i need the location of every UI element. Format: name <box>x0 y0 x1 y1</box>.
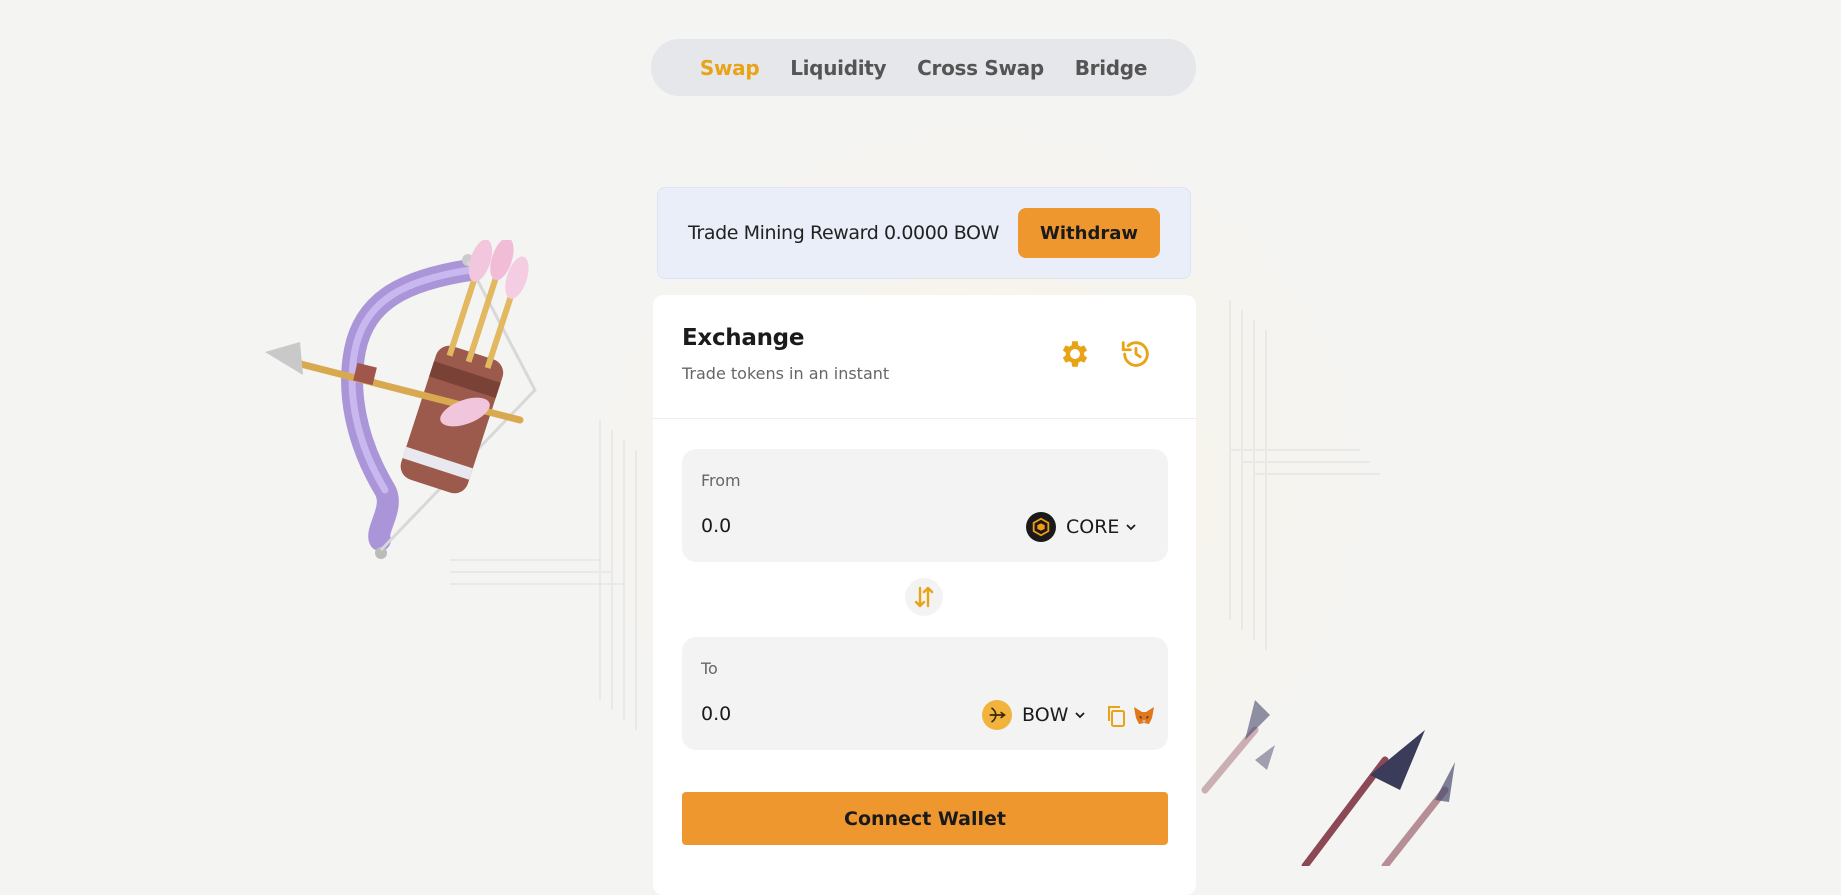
to-label: To <box>701 659 718 678</box>
from-amount-input[interactable] <box>701 511 921 541</box>
from-token-name: CORE <box>1066 516 1120 538</box>
card-divider <box>653 418 1196 419</box>
to-token-box: To BOW <box>682 637 1168 750</box>
chevron-down-icon <box>1126 524 1137 531</box>
arrows-illustration <box>1201 700 1455 866</box>
tab-cross-swap[interactable]: Cross Swap <box>917 56 1044 80</box>
connect-wallet-button[interactable]: Connect Wallet <box>682 792 1168 845</box>
bow-quiver-illustration <box>265 240 537 559</box>
exchange-card: Exchange Trade tokens in an instant From… <box>653 295 1196 895</box>
to-amount-input[interactable] <box>701 699 921 729</box>
from-token-box: From CORE <box>682 449 1168 562</box>
copy-icon[interactable] <box>1105 704 1127 728</box>
core-logo-icon <box>1026 512 1056 542</box>
reward-text: Trade Mining Reward 0.0000 BOW <box>688 222 999 244</box>
tab-bridge[interactable]: Bridge <box>1075 56 1148 80</box>
exchange-subtitle: Trade tokens in an instant <box>682 364 890 383</box>
chevron-down-icon <box>1075 712 1086 719</box>
to-token-select[interactable]: BOW <box>982 699 1086 731</box>
exchange-title: Exchange <box>682 325 805 351</box>
from-token-select[interactable]: CORE <box>1026 511 1137 543</box>
trade-mining-reward-banner: Trade Mining Reward 0.0000 BOW Withdraw <box>657 187 1191 279</box>
metamask-fox-icon[interactable] <box>1132 704 1156 728</box>
from-label: From <box>701 471 741 490</box>
gear-icon[interactable] <box>1058 337 1092 371</box>
to-token-name: BOW <box>1022 704 1069 726</box>
withdraw-button[interactable]: Withdraw <box>1018 208 1160 258</box>
history-icon[interactable] <box>1119 337 1153 371</box>
bow-logo-icon <box>982 700 1012 730</box>
tab-swap[interactable]: Swap <box>700 56 760 80</box>
top-nav: Swap Liquidity Cross Swap Bridge <box>651 39 1196 96</box>
tab-liquidity[interactable]: Liquidity <box>790 56 886 80</box>
swap-arrows-icon[interactable] <box>905 578 943 616</box>
